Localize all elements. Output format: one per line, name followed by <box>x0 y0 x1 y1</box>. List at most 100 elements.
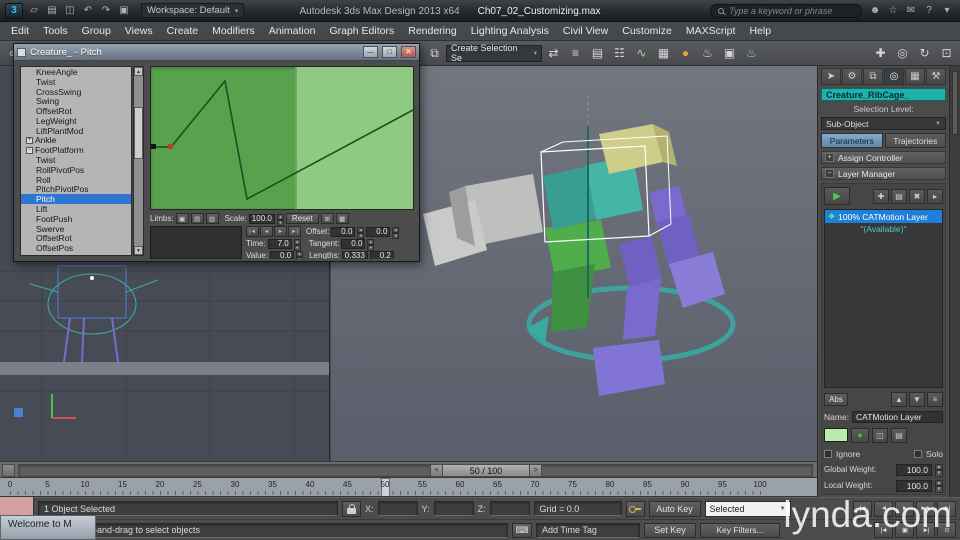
welcome-window-titlebar[interactable]: Welcome to M <box>0 515 96 540</box>
mini-trackbar-toggle[interactable] <box>2 464 15 477</box>
open-file-icon[interactable]: ▤ <box>44 3 60 19</box>
help-search-box[interactable] <box>710 3 862 18</box>
auto-key-button[interactable]: Auto Key <box>648 500 701 517</box>
display-tab-icon[interactable]: ▦ <box>905 68 925 85</box>
graph-grid-icon[interactable]: ⊞ <box>320 213 334 224</box>
curve-list-item-pitchpivotpos[interactable]: PitchPivotPos <box>21 184 131 194</box>
create-tab-icon[interactable]: ➤ <box>821 68 841 85</box>
keyboard-override-button[interactable]: ⌨ <box>512 522 532 538</box>
layer-list[interactable]: ❖ 100% CATMotion Layer "(Available)" <box>824 209 943 388</box>
limb-phase-box[interactable] <box>150 226 242 259</box>
time-slider-thumb[interactable]: < 50 / 100 > <box>430 464 542 477</box>
scrollbar-thumb[interactable] <box>952 71 958 135</box>
rollout-assign-controller[interactable]: + Assign Controller <box>821 151 946 164</box>
orbit-view-icon[interactable]: ↻ <box>914 43 935 64</box>
lengths-a-field[interactable]: 0.333 <box>341 250 368 259</box>
menu-graph-editors[interactable]: Graph Editors <box>322 25 401 37</box>
key-filters-button[interactable]: Key Filters... <box>700 522 780 538</box>
curve-list-item-roll[interactable]: Roll <box>21 175 131 185</box>
limb-paste-mirror-icon[interactable]: ▥ <box>205 213 219 224</box>
reset-button[interactable]: Reset <box>285 213 319 224</box>
curve-list-item-offsetrot[interactable]: OffsetRot <box>21 106 131 116</box>
scroll-down-icon[interactable]: ▼ <box>134 246 143 255</box>
value-field[interactable]: 0.0 <box>270 250 295 259</box>
curve-list-item-offsetpos[interactable]: OffsetPos <box>21 243 131 253</box>
curve-list-item-footplatform[interactable]: - FootPlatform <box>21 145 131 155</box>
spinner[interactable]: ▲ ▼ <box>367 238 375 251</box>
schematic-view-icon[interactable]: ▦ <box>653 43 674 64</box>
current-frame-label[interactable]: 50 / 100 <box>443 464 529 477</box>
curve-list-item-twist[interactable]: Twist <box>21 77 131 87</box>
menu-edit[interactable]: Edit <box>4 25 36 37</box>
rollout-layer-manager[interactable]: − Layer Manager <box>821 167 946 180</box>
menu-modifiers[interactable]: Modifiers <box>205 25 262 37</box>
add-layer-icon[interactable]: ✚ <box>873 188 889 204</box>
named-selection-sets-dropdown[interactable]: Create Selection Se ▾ <box>446 43 542 63</box>
modify-tab-icon[interactable]: ⚙ <box>842 68 862 85</box>
search-input[interactable] <box>729 5 849 16</box>
time-slider-track[interactable] <box>18 464 813 477</box>
layer-options-icon[interactable]: ▸ <box>927 188 943 204</box>
spinner[interactable]: ▲ ▼ <box>935 479 943 493</box>
favorites-icon[interactable]: ☆ <box>885 3 901 19</box>
menu-tools[interactable]: Tools <box>36 25 75 37</box>
curve-list-item-lift[interactable]: Lift <box>21 204 131 214</box>
solo-checkbox[interactable] <box>913 449 922 458</box>
chevron-down-icon[interactable]: ▾ <box>939 3 955 19</box>
save-file-icon[interactable]: ◫ <box>62 3 78 19</box>
ignore-checkbox[interactable] <box>824 449 832 458</box>
offset-y-field[interactable]: 0.0 <box>366 226 391 237</box>
curve-parameter-list[interactable]: KneeAngle Twist CrossSwing Swing OffsetRot Le… <box>20 66 132 256</box>
layer-name-input[interactable]: CATMotion Layer <box>852 410 943 423</box>
motion-tab-icon[interactable]: ◎ <box>884 68 904 85</box>
rendered-frame-window-icon[interactable]: ▣ <box>719 43 740 64</box>
time-field[interactable]: 7.0 <box>267 238 292 249</box>
material-editor-icon[interactable]: ● <box>675 43 696 64</box>
render-production-icon[interactable]: ♨ <box>741 43 762 64</box>
pan-view-icon[interactable]: ✚ <box>870 43 891 64</box>
curve-list-item-twist[interactable]: Twist <box>21 155 131 165</box>
minimize-button[interactable]: — <box>363 46 378 58</box>
menu-lighting-analysis[interactable]: Lighting Analysis <box>464 25 556 37</box>
render-setup-icon[interactable]: ♨ <box>697 43 718 64</box>
curve-list-item-swerve[interactable]: Swerve <box>21 224 131 234</box>
set-keys-button[interactable] <box>625 500 645 517</box>
curve-list-item-crossswing[interactable]: CrossSwing <box>21 87 131 97</box>
object-name-field[interactable]: Creature_RibCage_ <box>821 88 946 101</box>
scrollbar-thumb[interactable] <box>134 107 143 159</box>
previous-frame-arrow[interactable]: < <box>430 464 443 477</box>
align-icon[interactable]: ≡ <box>565 43 586 64</box>
dialog-title-bar[interactable]: Creature_ - Pitch — □ ✕ <box>14 44 419 61</box>
workspace-dropdown[interactable]: Workspace: Default ▾ <box>141 3 245 18</box>
next-frame-arrow[interactable]: > <box>529 464 542 477</box>
community-icon[interactable]: ☻ <box>867 3 883 19</box>
spinner[interactable]: ▲ ▼ <box>293 238 301 251</box>
save-preset-icon[interactable]: ◫ <box>872 427 888 443</box>
tab-parameters[interactable]: Parameters <box>821 133 883 148</box>
local-weight-field[interactable]: 100.0 <box>896 479 932 492</box>
subobject-dropdown[interactable]: Sub-Object ▼ <box>821 117 946 130</box>
mail-icon[interactable]: ✉ <box>903 3 919 19</box>
layer-list-icon[interactable]: ≡ <box>927 391 943 407</box>
set-key-selection-dropdown[interactable]: Selected ▼ <box>704 500 791 517</box>
menu-help[interactable]: Help <box>742 25 778 37</box>
x-coordinate-field[interactable] <box>377 501 418 516</box>
global-weight-field[interactable]: 100.0 <box>896 463 932 476</box>
previous-key-icon[interactable]: ◄ <box>260 226 273 237</box>
curve-list-item-rollpivotpos[interactable]: RollPivotPos <box>21 165 131 175</box>
expand-icon[interactable]: + <box>26 136 33 144</box>
curve-list-item-pitch[interactable]: Pitch <box>21 194 131 204</box>
curve-list-item-kneeangle[interactable]: KneeAngle <box>21 67 131 77</box>
go-to-end-key-icon[interactable]: ►| <box>288 226 301 237</box>
menu-group[interactable]: Group <box>75 25 118 37</box>
y-coordinate-field[interactable] <box>433 501 474 516</box>
help-icon[interactable]: ? <box>921 3 937 19</box>
next-key-icon[interactable]: ► <box>274 226 287 237</box>
cat-curve-dialog[interactable]: Creature_ - Pitch — □ ✕ KneeAngle Twist Cr… <box>13 43 420 262</box>
curve-list-item-offsetrot[interactable]: OffsetRot <box>21 233 131 243</box>
edit-named-selection-sets-icon[interactable]: ⧉ <box>424 43 445 64</box>
layer-stack-icon[interactable]: ▤ <box>891 188 907 204</box>
go-to-start-key-icon[interactable]: |◄ <box>246 226 259 237</box>
curve-list-item-stepmask[interactable]: StepMask <box>21 253 131 255</box>
limb-copy-icon[interactable]: ▣ <box>175 213 189 224</box>
